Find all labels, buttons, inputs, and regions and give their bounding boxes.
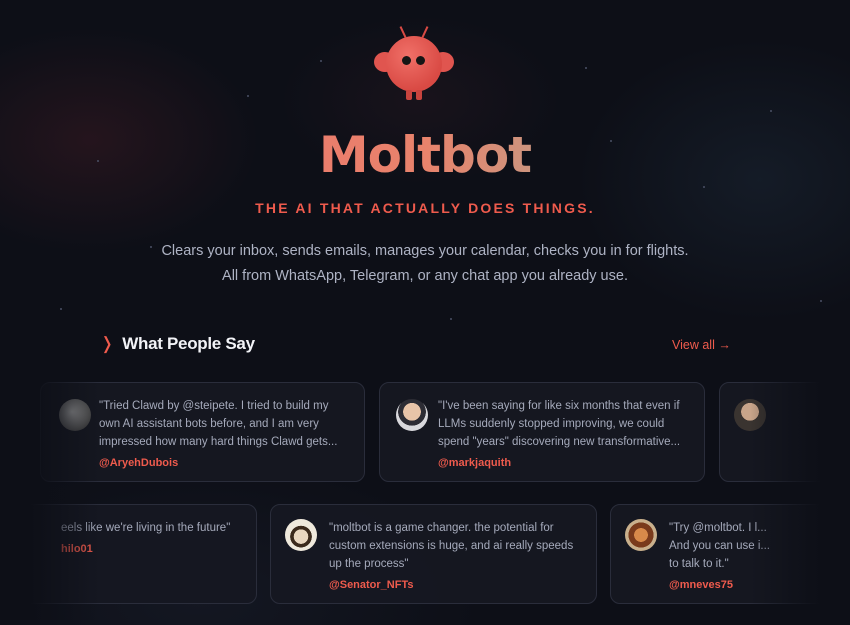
testimonial-handle[interactable]: @Senator_NFTs: [329, 579, 413, 591]
testimonials-heading: ❭ What People Say: [100, 334, 255, 354]
avatar: [625, 519, 657, 551]
carousel-fade-right: [750, 370, 850, 620]
star: [703, 186, 705, 188]
avatar: [396, 399, 428, 431]
description-line-2: All from WhatsApp, Telegram, or any chat…: [222, 268, 628, 284]
testimonial-quote: "moltbot is a game changer. the potentia…: [329, 522, 574, 570]
avatar: [285, 519, 317, 551]
testimonial-card[interactable]: "moltbot is a game changer. the potentia…: [270, 504, 597, 604]
star: [450, 318, 452, 320]
testimonial-quote: "Tried Clawd by @steipete. I tried to bu…: [99, 400, 338, 448]
star: [247, 95, 249, 97]
chevron-right-icon: ❭: [100, 334, 115, 353]
brand-title: Moltbot: [0, 126, 850, 184]
carousel-fade-left: [0, 370, 100, 620]
view-all-link[interactable]: View all →: [672, 338, 731, 352]
testimonial-handle[interactable]: @mneves75: [669, 579, 733, 591]
moltbot-mascot-logo: [372, 26, 456, 102]
description-line-1: Clears your inbox, sends emails, manages…: [161, 243, 689, 259]
star: [585, 67, 587, 69]
testimonial-quote: "I've been saying for like six months th…: [438, 400, 681, 448]
star: [60, 308, 62, 310]
section-title: What People Say: [122, 334, 255, 353]
testimonial-handle[interactable]: @AryehDubois: [99, 457, 178, 469]
star: [770, 110, 772, 112]
star: [320, 60, 322, 62]
testimonial-card[interactable]: "I've been saying for like six months th…: [379, 382, 705, 482]
testimonial-handle[interactable]: @markjaquith: [438, 457, 511, 469]
star: [820, 300, 822, 302]
tagline: THE AI THAT ACTUALLY DOES THINGS.: [255, 200, 595, 216]
hero-description: Clears your inbox, sends emails, manages…: [0, 239, 850, 289]
